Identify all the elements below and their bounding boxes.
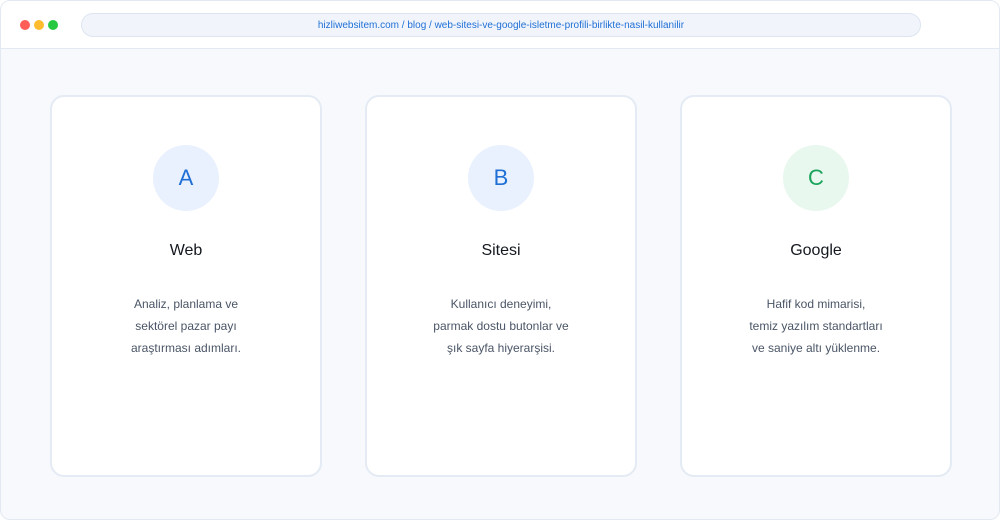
card-badge-c: C [783, 145, 849, 211]
card-description: Hafif kod mimarisi, temiz yazılım standa… [702, 293, 930, 359]
close-window-icon[interactable] [20, 20, 30, 30]
card-description: Analiz, planlama ve sektörel pazar payı … [72, 293, 300, 359]
card-description-line: temiz yazılım standartları [749, 319, 883, 333]
card-description-line: Analiz, planlama ve [133, 297, 239, 311]
card-title: Web [169, 242, 203, 259]
card-description-line: araştırması adımları. [130, 341, 242, 355]
card-description-line: sektörel pazar payı [135, 319, 237, 333]
feature-card-google: C Google Hafif kod mimarisi, temiz yazıl… [680, 95, 952, 477]
card-description-line: Hafif kod mimarisi, [766, 297, 866, 311]
minimize-window-icon[interactable] [34, 20, 44, 30]
card-description: Kullanıcı deneyimi, parmak dostu butonla… [387, 293, 615, 359]
card-title: Sitesi [481, 242, 521, 259]
browser-titlebar: hizliwebsitem.com / blog / web-sitesi-ve… [1, 1, 999, 49]
card-description-line: ve saniye altı yüklenme. [751, 341, 881, 355]
browser-window: hizliwebsitem.com / blog / web-sitesi-ve… [0, 0, 1000, 520]
feature-card-web: A Web Analiz, planlama ve sektörel pazar… [50, 95, 322, 477]
card-badge-b: B [468, 145, 534, 211]
card-title: Google [790, 242, 842, 259]
address-bar-url: hizliwebsitem.com / blog / web-sitesi-ve… [317, 19, 685, 31]
card-description-line: şık sayfa hiyerarşisi. [446, 341, 556, 355]
address-bar[interactable]: hizliwebsitem.com / blog / web-sitesi-ve… [81, 13, 921, 37]
feature-card-sitesi: B Sitesi Kullanıcı deneyimi, parmak dost… [365, 95, 637, 477]
card-description-line: parmak dostu butonlar ve [433, 319, 569, 333]
maximize-window-icon[interactable] [48, 20, 58, 30]
card-badge-a: A [153, 145, 219, 211]
card-description-line: Kullanıcı deneyimi, [450, 297, 552, 311]
